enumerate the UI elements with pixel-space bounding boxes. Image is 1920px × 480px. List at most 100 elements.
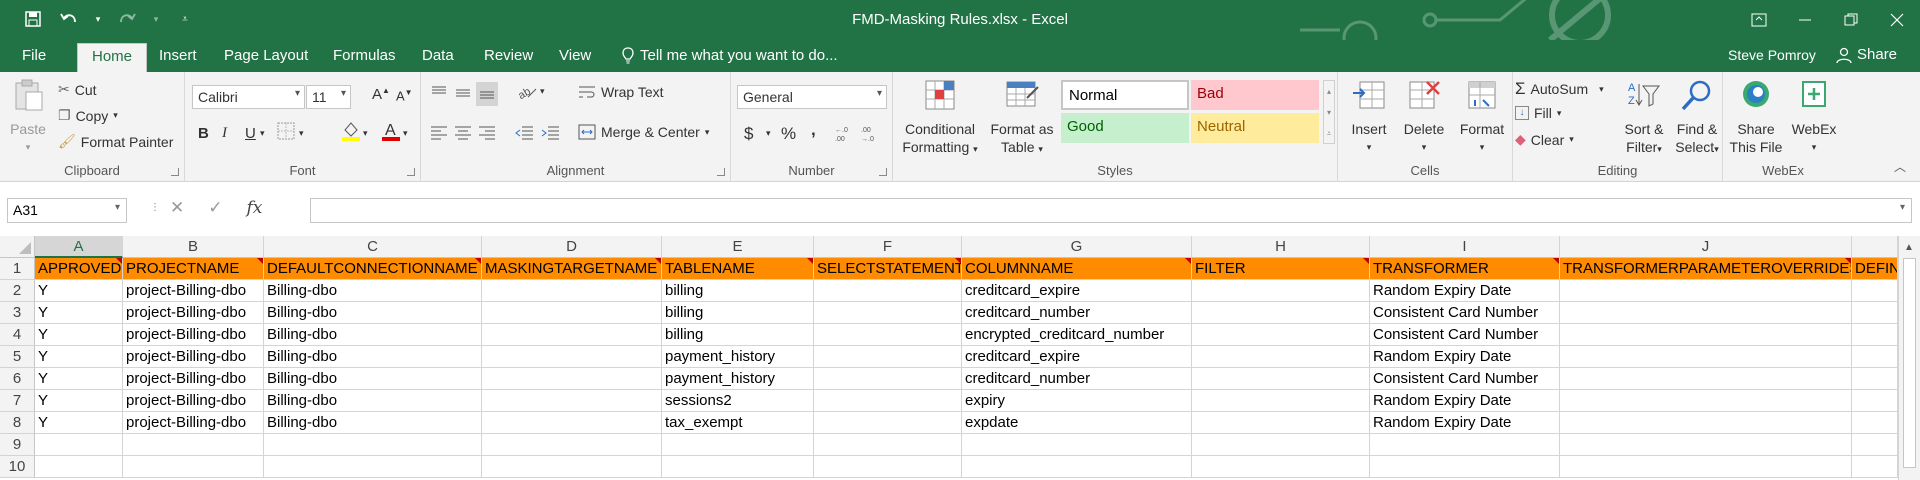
table-cell[interactable] [814,390,962,412]
share-this-file-button[interactable]: Share This File [1727,78,1785,156]
table-cell[interactable] [1852,346,1898,368]
fill-color-icon[interactable] [341,120,361,146]
table-cell[interactable] [814,324,962,346]
table-cell[interactable] [662,456,814,478]
header-cell[interactable]: FILTER [1192,258,1370,280]
name-box[interactable]: A31 ▾ [7,198,127,223]
table-cell[interactable] [1560,302,1852,324]
table-cell[interactable]: creditcard_number [962,302,1192,324]
table-cell[interactable]: project-Billing-dbo [123,324,264,346]
table-cell[interactable]: billing [662,280,814,302]
column-header-a[interactable]: A [35,236,123,258]
table-cell[interactable] [1560,434,1852,456]
table-cell[interactable] [962,456,1192,478]
table-cell[interactable]: creditcard_expire [962,346,1192,368]
table-cell[interactable]: Y [35,324,123,346]
style-good[interactable]: Good [1061,113,1189,143]
table-cell[interactable] [1560,412,1852,434]
table-cell[interactable] [482,324,662,346]
autosum-button[interactable]: Σ AutoSum ▾ [1515,79,1604,99]
table-cell[interactable] [1192,280,1370,302]
align-bottom-icon[interactable] [476,82,498,106]
table-cell[interactable] [814,434,962,456]
header-cell[interactable]: DEFAULTCONNECTIONNAME [264,258,482,280]
fill-button[interactable]: ↓ Fill ▾ [1515,105,1561,121]
table-cell[interactable]: tax_exempt [662,412,814,434]
row-header[interactable]: 9 [0,434,35,456]
table-cell[interactable] [264,434,482,456]
header-cell[interactable]: SELECTSTATEMENT [814,258,962,280]
table-cell[interactable] [35,456,123,478]
table-cell[interactable] [482,390,662,412]
table-cell[interactable]: Billing-dbo [264,368,482,390]
italic-button[interactable]: I [222,125,227,142]
font-size-select[interactable]: 11 ▾ [306,85,351,109]
formula-input[interactable]: ▾ [310,198,1912,223]
header-cell[interactable]: TRANSFORMER [1370,258,1560,280]
row-header[interactable]: 7 [0,390,35,412]
tab-home[interactable]: Home [77,43,148,72]
table-cell[interactable]: Random Expiry Date [1370,390,1560,412]
column-header-e[interactable]: E [662,236,814,258]
header-cell[interactable]: COLUMNNAME [962,258,1192,280]
fill-color-dropdown-icon[interactable]: ▾ [363,128,368,139]
column-header-d[interactable]: D [482,236,662,258]
number-launcher-icon[interactable] [879,168,887,176]
tab-view[interactable]: View [559,47,591,64]
table-cell[interactable] [1560,280,1852,302]
column-header-c[interactable]: C [264,236,482,258]
currency-button[interactable]: $ [744,124,753,144]
table-cell[interactable] [482,280,662,302]
increase-indent-icon[interactable] [540,125,560,145]
header-cell[interactable]: MASKINGTARGETNAME [482,258,662,280]
table-cell[interactable] [1192,324,1370,346]
orientation-icon[interactable]: ab [516,83,538,105]
merge-center-button[interactable]: Merge & Center ▾ [578,124,709,140]
column-header-k[interactable] [1852,236,1898,258]
select-all-button[interactable] [0,236,35,258]
currency-dropdown-icon[interactable]: ▾ [766,128,771,139]
webex-button[interactable]: WebEx ▾ [1785,78,1843,156]
cut-button[interactable]: ✂ Cut [58,81,97,98]
table-cell[interactable] [1852,302,1898,324]
expand-formula-bar-icon[interactable]: ▾ [1900,202,1905,213]
table-cell[interactable] [1192,434,1370,456]
header-cell[interactable]: TABLENAME [662,258,814,280]
alignment-launcher-icon[interactable] [717,168,725,176]
decrease-font-icon[interactable]: A▼ [396,88,413,103]
table-cell[interactable]: billing [662,324,814,346]
table-cell[interactable] [482,456,662,478]
style-normal[interactable]: Normal [1061,80,1189,110]
table-cell[interactable]: Billing-dbo [264,324,482,346]
style-bad[interactable]: Bad [1191,80,1319,110]
table-cell[interactable]: expiry [962,390,1192,412]
row-header[interactable]: 2 [0,280,35,302]
column-header-i[interactable]: I [1370,236,1560,258]
table-cell[interactable] [35,434,123,456]
increase-decimal-icon[interactable]: ←.0.00 [835,124,855,146]
row-header[interactable]: 10 [0,456,35,478]
table-cell[interactable]: Y [35,390,123,412]
sort-filter-button[interactable]: AZ Sort & Filter▾ [1619,78,1669,158]
header-cell[interactable]: DEFIN [1852,258,1898,280]
table-cell[interactable]: Random Expiry Date [1370,280,1560,302]
table-cell[interactable] [1852,280,1898,302]
align-left-icon[interactable] [430,125,448,145]
decrease-indent-icon[interactable] [514,125,534,145]
table-cell[interactable] [1852,368,1898,390]
format-cells-button[interactable]: Format ▾ [1454,78,1510,156]
table-cell[interactable] [814,368,962,390]
table-cell[interactable]: Billing-dbo [264,412,482,434]
font-color-icon[interactable]: A [381,120,401,146]
font-name-select[interactable]: Calibri ▾ [192,85,305,109]
table-cell[interactable]: Y [35,368,123,390]
table-cell[interactable]: Y [35,302,123,324]
table-cell[interactable] [814,302,962,324]
table-cell[interactable]: sessions2 [662,390,814,412]
enter-icon[interactable]: ✓ [208,198,222,218]
align-right-icon[interactable] [478,125,496,145]
tab-file[interactable]: File [22,47,46,64]
borders-dropdown-icon[interactable]: ▾ [299,128,304,139]
share-button[interactable]: Share [1836,46,1897,63]
table-cell[interactable] [482,368,662,390]
